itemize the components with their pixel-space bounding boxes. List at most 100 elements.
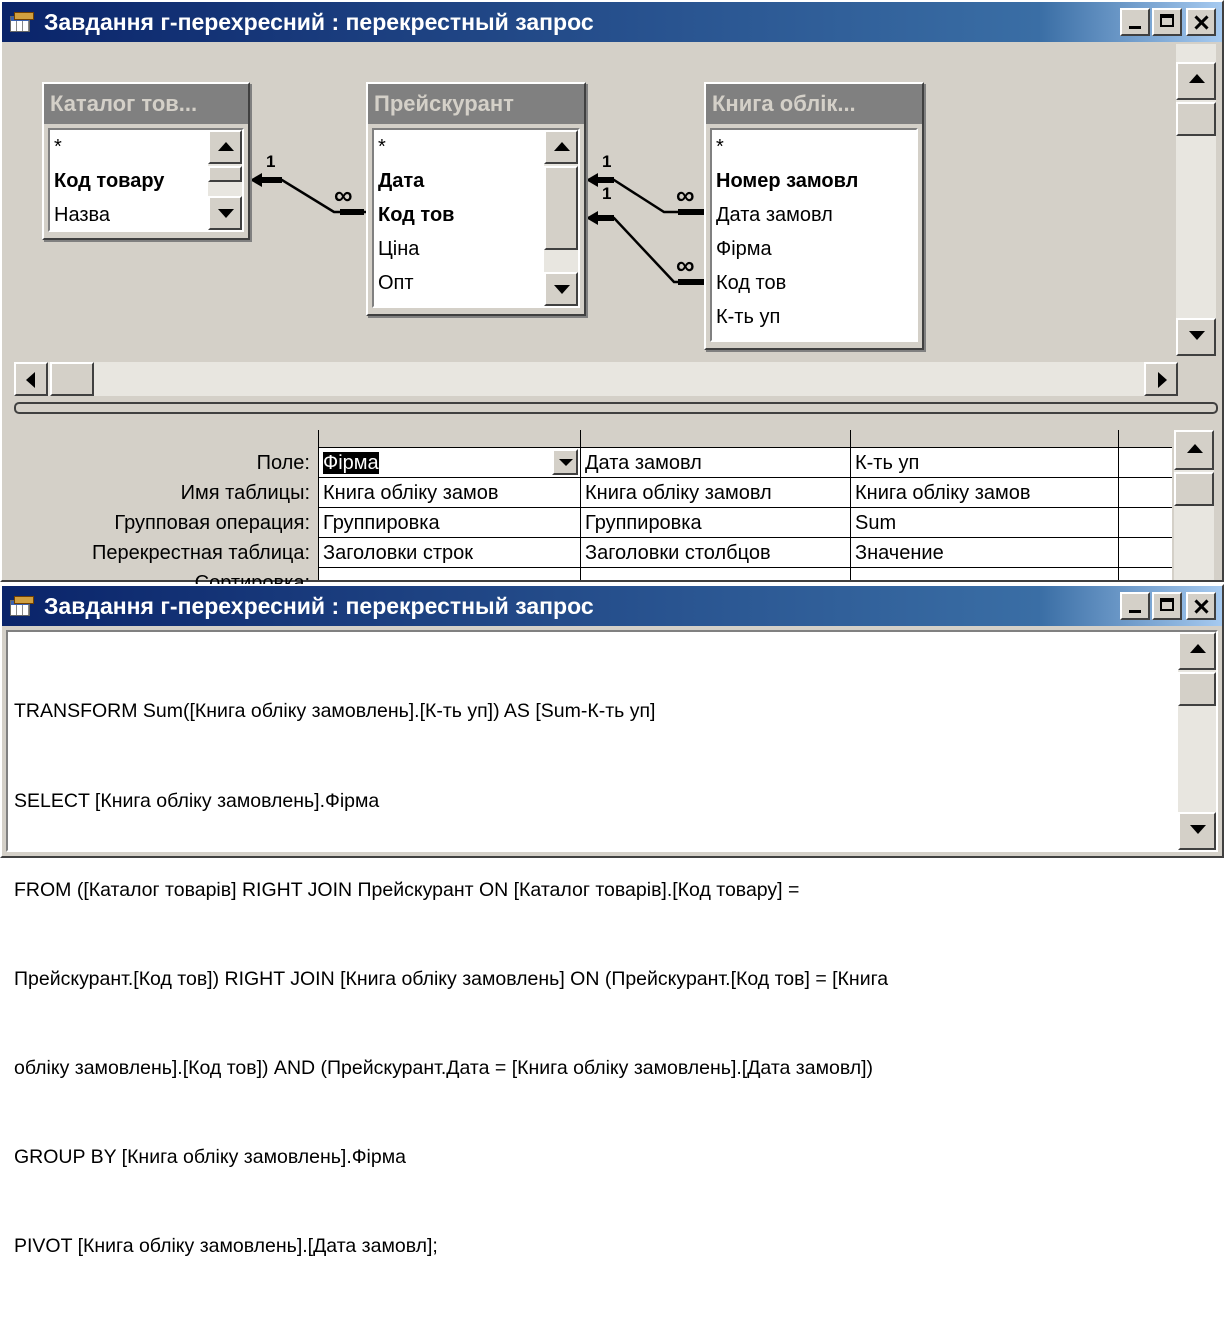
grid-cell-table[interactable]: Книга обліку замов [319,478,581,508]
grid-vertical-scrollbar[interactable] [1174,430,1214,580]
scroll-up-button[interactable] [208,130,242,164]
sql-vertical-scrollbar[interactable] [1178,632,1216,850]
down-arrow-icon [1189,331,1205,340]
up-arrow-icon [1190,644,1206,653]
sql-line: PIVOT [Книга обліку замовлень].[Дата зам… [14,1235,438,1258]
grid-label-table: Имя таблицы: [180,482,310,504]
sql-editor[interactable]: TRANSFORM Sum([Книга обліку замовлень].[… [6,630,1218,1257]
relationship-many-label: ∞ [334,180,353,210]
column-selector[interactable] [851,430,1119,448]
diagram-horizontal-scrollbar[interactable] [14,362,1178,396]
chevron-down-icon [559,459,573,466]
field-list-orders[interactable]: Книга облік... * Номер замовл Дата замов… [704,82,924,350]
grid-cell-crosstab[interactable] [1119,538,1172,568]
field-list-caption[interactable]: Прейскурант [368,84,584,124]
scroll-thumb[interactable] [50,362,94,396]
grid-cell-field[interactable] [1119,448,1172,478]
sql-line: FROM ([Каталог товарів] RIGHT JOIN Прейс… [14,878,800,901]
sql-line: SELECT [Книга обліку замовлень].Фірма [14,789,380,812]
column-selector[interactable] [1119,430,1172,448]
scroll-down-button[interactable] [208,196,242,230]
close-button[interactable] [1186,592,1216,620]
field-list-scrollbar[interactable] [544,130,578,306]
query-design-window: Завдання г-перехресний : перекрестный за… [0,0,1224,594]
design-grid-labels: Поле: Имя таблицы: Групповая операция: П… [2,448,310,594]
relationship-one-label: 1 [602,184,612,203]
field-list-scrollbar[interactable] [208,130,242,230]
relationship-one-label: 1 [602,152,612,171]
query-icon [10,12,34,32]
up-arrow-icon [1187,444,1203,453]
left-arrow-icon [26,372,35,388]
field-item[interactable]: Фірма [712,232,916,266]
window-title: Завдання г-перехресний : перекрестный за… [44,592,594,619]
sql-line: GROUP BY [Книга обліку замовлень].Фірма [14,1145,406,1168]
grid-cell-field[interactable]: Фірма [319,448,581,478]
scroll-thumb[interactable] [1174,472,1214,506]
grid-label-total: Групповая операция: [114,512,310,534]
field-list-catalog[interactable]: Каталог тов... * Код товару Назва [42,82,250,240]
column-selector[interactable] [319,430,581,448]
grid-cell-table[interactable] [1119,478,1172,508]
scroll-thumb[interactable] [1176,102,1216,136]
field-item[interactable]: * [712,130,916,164]
grid-cell-crosstab[interactable]: Значение [851,538,1119,568]
field-item[interactable]: К-ть уп [712,300,916,334]
grid-cell-crosstab[interactable]: Заголовки столбцов [581,538,851,568]
relationship-many-label: ∞ [676,250,695,280]
field-dropdown-button[interactable] [552,449,578,475]
window-title-bar[interactable]: Завдання г-перехресний : перекрестный за… [2,586,1222,626]
field-list-price[interactable]: Прейскурант * Дата Код тов Ціна Опт [366,82,586,316]
minimize-button[interactable] [1120,592,1150,620]
field-item[interactable]: Дата замовл [712,198,916,232]
minimize-button[interactable] [1120,8,1150,36]
query-icon [10,596,34,616]
scroll-up-button[interactable] [1174,430,1214,470]
up-arrow-icon [218,142,234,151]
grid-cell-total[interactable] [1119,508,1172,538]
grid-cell-field[interactable]: К-ть уп [851,448,1119,478]
pane-splitter[interactable] [14,402,1218,414]
maximize-button[interactable] [1152,8,1182,36]
field-list-caption[interactable]: Книга облік... [706,84,922,124]
sql-line: TRANSFORM Sum([Книга обліку замовлень].[… [14,700,656,723]
grid-cell-total[interactable]: Группировка [319,508,581,538]
sql-view-window: Завдання г-перехресний : перекрестный за… [0,584,1224,1257]
window-title-bar[interactable]: Завдання г-перехресний : перекрестный за… [2,2,1222,42]
table-diagram-pane: 1 ∞ 1 ∞ 1 ∞ Каталог тов... * Код товару … [14,44,1174,364]
field-list-body: * Код товару Назва [48,128,244,232]
grid-cell-table[interactable]: Книга обліку замовл [581,478,851,508]
grid-cell-field[interactable]: Дата замовл [581,448,851,478]
scroll-down-button[interactable] [1178,812,1216,850]
scroll-up-button[interactable] [1176,62,1216,100]
scroll-left-button[interactable] [14,362,48,396]
maximize-button[interactable] [1152,592,1182,620]
grid-cell-total[interactable]: Группировка [581,508,851,538]
scroll-up-button[interactable] [1178,632,1216,670]
field-item[interactable]: Код тов [712,266,916,300]
field-list-caption[interactable]: Каталог тов... [44,84,248,124]
down-arrow-icon [1190,825,1206,834]
close-button[interactable] [1186,8,1216,36]
grid-cell-sort[interactable] [319,568,581,580]
scroll-thumb[interactable] [208,166,242,182]
grid-cell-crosstab[interactable]: Заголовки строк [319,538,581,568]
grid-cell-total[interactable]: Sum [851,508,1119,538]
field-list-body: * Номер замовл Дата замовл Фірма Код тов… [710,128,918,342]
scroll-right-button[interactable] [1144,362,1178,396]
grid-cell-sort[interactable] [581,568,851,580]
diagram-vertical-scrollbar[interactable] [1176,44,1216,356]
sql-text[interactable]: TRANSFORM Sum([Книга обліку замовлень].[… [14,638,1172,1321]
grid-cell-table[interactable]: Книга обліку замов [851,478,1119,508]
scroll-thumb[interactable] [544,166,578,250]
scroll-up-button[interactable] [544,130,578,164]
scroll-thumb[interactable] [1178,672,1216,706]
grid-cell-sort[interactable] [1119,568,1172,580]
scroll-down-button[interactable] [1176,318,1216,356]
down-arrow-icon [218,209,234,218]
column-selector[interactable] [581,430,851,448]
relationship-many-label: ∞ [676,180,695,210]
scroll-down-button[interactable] [544,272,578,306]
grid-cell-sort[interactable] [851,568,1119,580]
field-item-key[interactable]: Номер замовл [712,164,916,198]
